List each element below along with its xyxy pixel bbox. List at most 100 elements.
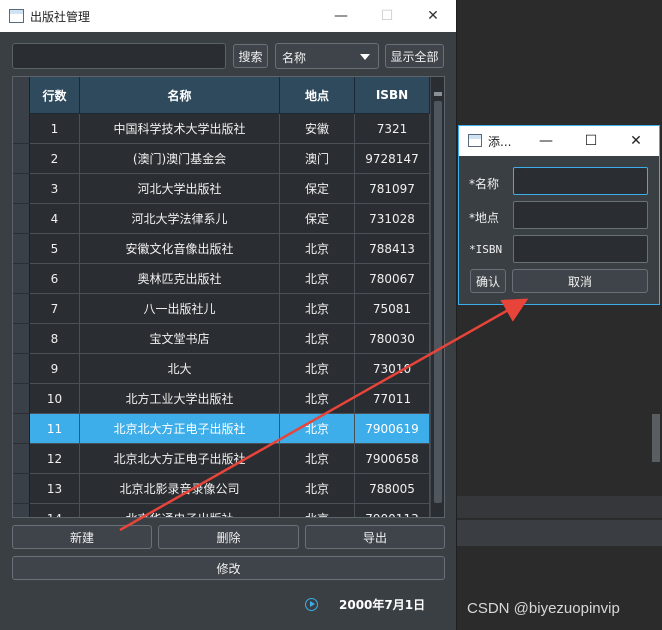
new-button[interactable]: 新建	[12, 525, 152, 549]
cell-name[interactable]: 北京北影录音录像公司	[80, 474, 280, 504]
cell-isbn[interactable]: 9728147	[355, 144, 430, 174]
scrollbar-thumb[interactable]	[434, 101, 442, 503]
cell-num[interactable]: 3	[30, 174, 80, 204]
cell-num[interactable]: 6	[30, 264, 80, 294]
cell-name[interactable]: 北京北大方正电子出版社	[80, 444, 280, 474]
dialog-titlebar[interactable]: 添... — ☐ ✕	[459, 126, 659, 156]
cell-num[interactable]: 12	[30, 444, 80, 474]
row-header[interactable]	[13, 294, 30, 324]
row-header[interactable]	[13, 204, 30, 234]
column-header-name[interactable]: 名称	[80, 77, 280, 114]
cell-place[interactable]: 北京	[280, 414, 355, 444]
show-all-button[interactable]: 显示全部	[385, 44, 444, 68]
row-header[interactable]	[13, 354, 30, 384]
row-header[interactable]	[13, 414, 30, 444]
cancel-button[interactable]: 取消	[512, 269, 648, 293]
cell-name[interactable]: 北方工业大学出版社	[80, 384, 280, 414]
row-header[interactable]	[13, 384, 30, 414]
cell-name[interactable]: (澳门)澳门基金会	[80, 144, 280, 174]
cell-num[interactable]: 4	[30, 204, 80, 234]
column-header-place[interactable]: 地点	[280, 77, 355, 114]
place-field[interactable]	[513, 201, 648, 229]
row-header[interactable]	[13, 504, 30, 517]
cell-isbn[interactable]: 780067	[355, 264, 430, 294]
cell-name[interactable]: 北京北大方正电子出版社	[80, 414, 280, 444]
cell-num[interactable]: 7	[30, 294, 80, 324]
column-header-num[interactable]: 行数	[30, 77, 80, 114]
publisher-table[interactable]: 行数 名称 地点 ISBN 1 中国科学技术大学出版社 安徽 7321 2 (澳门)澳门基…	[12, 76, 445, 518]
dialog-close-button[interactable]: ✕	[614, 126, 658, 156]
cell-place[interactable]: 保定	[280, 174, 355, 204]
scroll-up-icon[interactable]	[434, 92, 442, 96]
cell-name[interactable]: 八一出版社儿	[80, 294, 280, 324]
row-header[interactable]	[13, 234, 30, 264]
cell-name[interactable]: 北大	[80, 354, 280, 384]
table-row[interactable]: 6 奥林匹克出版社 北京 780067	[13, 264, 430, 294]
cell-place[interactable]: 澳门	[280, 144, 355, 174]
table-row[interactable]: 10 北方工业大学出版社 北京 77011	[13, 384, 430, 414]
cell-num[interactable]: 14	[30, 504, 80, 517]
cell-isbn[interactable]: 7321	[355, 114, 430, 144]
table-scrollbar[interactable]	[430, 77, 444, 517]
cell-isbn[interactable]: 731028	[355, 204, 430, 234]
table-row[interactable]: 12 北京北大方正电子出版社 北京 7900658	[13, 444, 430, 474]
table-row[interactable]: 11 北京北大方正电子出版社 北京 7900619	[13, 414, 430, 444]
cell-place[interactable]: 北京	[280, 384, 355, 414]
play-circle-icon[interactable]	[305, 597, 318, 611]
cell-num[interactable]: 13	[30, 474, 80, 504]
table-row[interactable]: 4 河北大学法律系儿 保定 731028	[13, 204, 430, 234]
cell-place[interactable]: 北京	[280, 264, 355, 294]
cell-name[interactable]: 中国科学技术大学出版社	[80, 114, 280, 144]
cell-name[interactable]: 河北大学法律系儿	[80, 204, 280, 234]
cell-num[interactable]: 1	[30, 114, 80, 144]
row-header[interactable]	[13, 114, 30, 144]
search-input[interactable]	[12, 43, 226, 69]
cell-name[interactable]: 北京华通电子出版社	[80, 504, 280, 517]
minimize-button[interactable]: —	[318, 0, 364, 32]
maximize-button[interactable]: ☐	[364, 0, 410, 32]
row-header[interactable]	[13, 474, 30, 504]
cell-place[interactable]: 北京	[280, 474, 355, 504]
search-button[interactable]: 搜索	[233, 44, 268, 68]
cell-isbn[interactable]: 75081	[355, 294, 430, 324]
confirm-button[interactable]: 确认	[470, 269, 506, 293]
table-row[interactable]: 1 中国科学技术大学出版社 安徽 7321	[13, 114, 430, 144]
cell-isbn[interactable]: 73010	[355, 354, 430, 384]
dialog-minimize-button[interactable]: —	[524, 126, 568, 156]
table-row[interactable]: 3 河北大学出版社 保定 781097	[13, 174, 430, 204]
close-button[interactable]: ✕	[410, 0, 456, 32]
column-header-isbn[interactable]: ISBN	[355, 77, 430, 114]
table-row[interactable]: 9 北大 北京 73010	[13, 354, 430, 384]
cell-isbn[interactable]: 781097	[355, 174, 430, 204]
cell-num[interactable]: 8	[30, 324, 80, 354]
table-row[interactable]: 2 (澳门)澳门基金会 澳门 9728147	[13, 144, 430, 174]
cell-name[interactable]: 安徽文化音像出版社	[80, 234, 280, 264]
table-row[interactable]: 7 八一出版社儿 北京 75081	[13, 294, 430, 324]
cell-place[interactable]: 北京	[280, 234, 355, 264]
table-row[interactable]: 13 北京北影录音录像公司 北京 788005	[13, 474, 430, 504]
cell-place[interactable]: 北京	[280, 324, 355, 354]
name-field[interactable]	[513, 167, 648, 195]
cell-isbn[interactable]: 7900658	[355, 444, 430, 474]
cell-isbn[interactable]: 788413	[355, 234, 430, 264]
cell-num[interactable]: 10	[30, 384, 80, 414]
cell-place[interactable]: 北京	[280, 444, 355, 474]
row-header[interactable]	[13, 324, 30, 354]
edit-button[interactable]: 修改	[12, 556, 445, 580]
main-titlebar[interactable]: 出版社管理 — ☐ ✕	[0, 0, 456, 32]
row-header[interactable]	[13, 174, 30, 204]
delete-button[interactable]: 删除	[158, 525, 299, 549]
table-corner[interactable]	[13, 77, 30, 115]
cell-num[interactable]: 2	[30, 144, 80, 174]
table-row[interactable]: 5 安徽文化音像出版社 北京 788413	[13, 234, 430, 264]
cell-name[interactable]: 宝文堂书店	[80, 324, 280, 354]
cell-isbn[interactable]: 7900113	[355, 504, 430, 517]
row-header[interactable]	[13, 264, 30, 294]
cell-num[interactable]: 5	[30, 234, 80, 264]
cell-isbn[interactable]: 7900619	[355, 414, 430, 444]
search-field-combo[interactable]: 名称	[275, 43, 379, 69]
cell-isbn[interactable]: 77011	[355, 384, 430, 414]
cell-place[interactable]: 安徽	[280, 114, 355, 144]
cell-name[interactable]: 河北大学出版社	[80, 174, 280, 204]
cell-place[interactable]: 北京	[280, 354, 355, 384]
